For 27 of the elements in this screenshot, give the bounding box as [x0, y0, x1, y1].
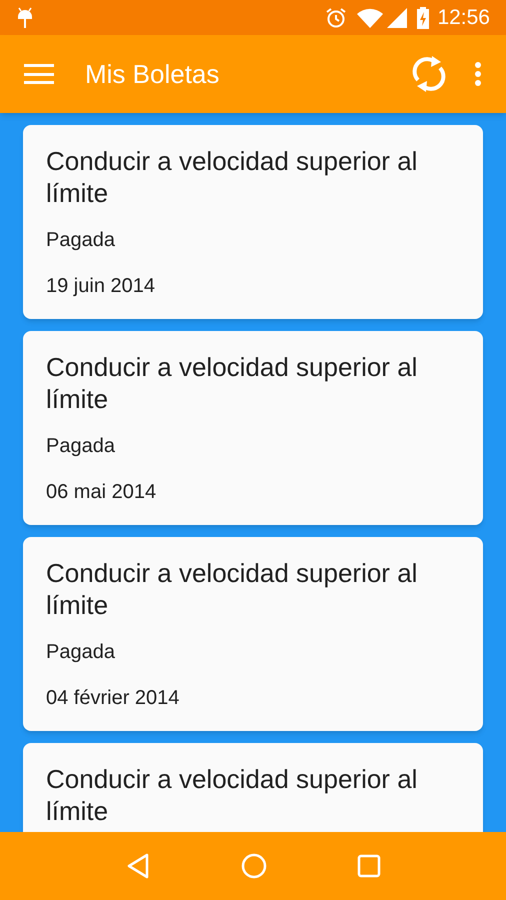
ticket-date: 04 février 2014	[46, 686, 180, 711]
ticket-card[interactable]: Conducir a velocidad superior al límite Pagada 04 février 2014	[23, 537, 483, 731]
ticket-status: Pagada	[46, 434, 116, 459]
more-icon[interactable]	[474, 61, 482, 87]
ticket-status: Pagada	[46, 640, 116, 665]
menu-button[interactable]	[24, 64, 54, 84]
ticket-date: 19 juin 2014	[46, 274, 156, 299]
ticket-title: Conducir a velocidad superior al límite	[46, 145, 418, 209]
ticket-status: Pagada	[46, 228, 116, 253]
signal-icon	[387, 8, 408, 28]
wifi-icon	[357, 8, 384, 28]
ticket-date: 06 mai 2014	[46, 480, 158, 505]
recents-icon[interactable]	[357, 854, 381, 878]
ticket-card[interactable]: Conducir a velocidad superior al límite Pagada 06 mai 2014	[23, 331, 483, 525]
home-icon[interactable]	[241, 853, 267, 879]
ticket-title: Conducir a velocidad superior al límite	[46, 763, 418, 827]
refresh-icon[interactable]	[412, 54, 446, 94]
status-time: 12:56	[437, 4, 490, 31]
battery-icon	[417, 6, 430, 28]
ticket-card[interactable]: Conducir a velocidad superior al límite Pagada 19 juin 2014	[23, 125, 483, 319]
alarm-icon	[325, 6, 348, 28]
app-title: Mis Boletas	[85, 58, 220, 90]
ticket-title: Conducir a velocidad superior al límite	[46, 351, 418, 415]
back-icon[interactable]	[125, 852, 151, 880]
ticket-card[interactable]: Conducir a velocidad superior al límite	[23, 743, 483, 832]
android-icon	[16, 6, 34, 30]
ticket-title: Conducir a velocidad superior al límite	[46, 557, 418, 621]
